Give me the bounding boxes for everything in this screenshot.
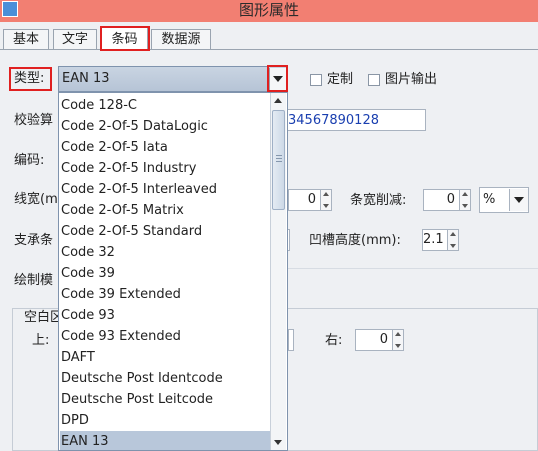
notch-height-stepper[interactable] bbox=[447, 229, 459, 251]
scroll-up-button[interactable] bbox=[271, 94, 285, 108]
dropdown-item[interactable]: Code 2-Of-5 Interleaved bbox=[60, 179, 272, 200]
type-dropdown-list[interactable]: Code 128-C Code 2-Of-5 DataLogic Code 2-Of… bbox=[58, 92, 288, 451]
draw-mode-label: 绘制模 bbox=[14, 273, 54, 288]
top-input[interactable] bbox=[288, 329, 294, 351]
combo-button-highlight-box bbox=[267, 65, 288, 92]
dropdown-item[interactable]: DAFT bbox=[60, 347, 272, 368]
unit-select-value: % bbox=[483, 192, 496, 207]
arrow-down-icon bbox=[274, 440, 282, 445]
type-label-highlight-box bbox=[9, 67, 52, 91]
dropdown-item[interactable]: Deutsche Post Leitcode bbox=[60, 389, 272, 410]
encoding-label: 编码: bbox=[14, 153, 45, 168]
fixed-label: 定制 bbox=[327, 72, 354, 87]
tab-basic[interactable]: 基本 bbox=[3, 29, 49, 49]
dropdown-item[interactable]: Code 2-Of-5 Industry bbox=[60, 158, 272, 179]
window-title: 图形属性 bbox=[238, 1, 299, 19]
arrow-up-icon bbox=[274, 98, 282, 103]
dropdown-item[interactable]: Code 39 bbox=[60, 263, 272, 284]
chevron-down-icon bbox=[514, 197, 524, 203]
bar-reduction-input[interactable]: 0 bbox=[423, 189, 460, 211]
tab-datasource[interactable]: 数据源 bbox=[151, 29, 211, 49]
type-combobox-value: EAN 13 bbox=[62, 71, 110, 86]
bar-reduction-label: 条宽削减: bbox=[350, 193, 407, 208]
notch-height-input[interactable]: 2.1 bbox=[422, 229, 448, 251]
dropdown-item[interactable]: Code 2-Of-5 DataLogic bbox=[60, 116, 272, 137]
draw-mode-divider bbox=[288, 268, 538, 269]
dropdown-item[interactable]: Code 2-Of-5 Matrix bbox=[60, 200, 272, 221]
dropdown-item[interactable]: Code 93 bbox=[60, 305, 272, 326]
bar-reduction-stepper[interactable] bbox=[459, 189, 471, 211]
dropdown-item[interactable]: Code 2-Of-5 Standard bbox=[60, 221, 272, 242]
scrollbar-thumb[interactable] bbox=[272, 110, 285, 210]
fixed-checkbox[interactable] bbox=[310, 74, 322, 86]
dropdown-item[interactable]: Code 93 Extended bbox=[60, 326, 272, 347]
dropdown-item[interactable]: DPD bbox=[60, 410, 272, 431]
notch-height-label: 凹槽高度(mm): bbox=[309, 233, 401, 248]
dropdown-item[interactable]: Code 128-C bbox=[60, 95, 272, 116]
dropdown-item[interactable]: Code 39 Extended bbox=[60, 284, 272, 305]
image-output-label: 图片输出 bbox=[385, 72, 438, 87]
scroll-down-button[interactable] bbox=[271, 435, 285, 449]
unit-select-button[interactable] bbox=[509, 189, 528, 211]
image-output-checkbox[interactable] bbox=[368, 74, 380, 86]
line-width-stepper[interactable] bbox=[320, 189, 332, 211]
dropdown-item[interactable]: EAN 13 bbox=[60, 431, 272, 450]
right-input[interactable]: 0 bbox=[355, 329, 393, 351]
tab-text[interactable]: 文字 bbox=[53, 29, 97, 49]
line-width-input[interactable]: 0 bbox=[288, 189, 321, 211]
dropdown-item[interactable]: Code 2-Of-5 Iata bbox=[60, 137, 272, 158]
right-label: 右: bbox=[325, 333, 343, 348]
right-stepper[interactable] bbox=[392, 329, 404, 351]
line-width-label: 线宽(m bbox=[14, 192, 58, 207]
dropdown-item[interactable]: Deutsche Post Identcode bbox=[60, 368, 272, 389]
support-bar-label: 支承条 bbox=[14, 233, 54, 248]
checksum-value: 34567890128 bbox=[288, 113, 379, 128]
dropdown-item[interactable]: Code 32 bbox=[60, 242, 272, 263]
top-label: 上: bbox=[32, 333, 50, 348]
checksum-label: 校验算 bbox=[14, 113, 54, 128]
tab-highlight-box bbox=[100, 26, 150, 51]
